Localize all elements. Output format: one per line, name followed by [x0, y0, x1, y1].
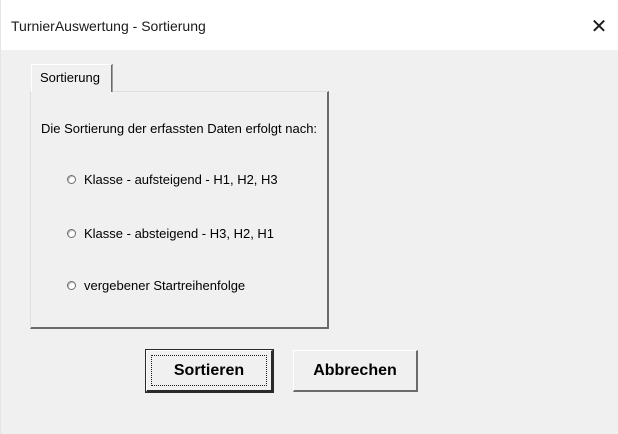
- title-bar: TurnierAuswertung - Sortierung ✕: [1, 0, 618, 50]
- radio-label: vergebener Startreihenfolge: [84, 278, 246, 293]
- close-icon[interactable]: ✕: [579, 6, 618, 46]
- radio-label: Klasse - absteigend - H3, H2, H1: [84, 226, 275, 241]
- radio-start-order[interactable]: vergebener Startreihenfolge: [67, 278, 245, 293]
- sort-button[interactable]: Sortieren: [145, 349, 274, 393]
- tab-panel: Die Sortierung der erfassten Daten erfol…: [30, 91, 329, 329]
- radio-class-ascending[interactable]: Klasse - aufsteigend - H1, H2, H3: [67, 172, 278, 187]
- radio-circle-icon[interactable]: [67, 281, 76, 290]
- cancel-button[interactable]: Abbrechen: [293, 350, 418, 392]
- sort-button-label: Sortieren: [173, 361, 245, 379]
- radio-class-descending[interactable]: Klasse - absteigend - H3, H2, H1: [67, 226, 274, 241]
- dialog-window: TurnierAuswertung - Sortierung ✕ Sortier…: [0, 0, 618, 434]
- description-label: Die Sortierung der erfassten Daten erfol…: [41, 121, 318, 136]
- radio-circle-icon[interactable]: [67, 175, 76, 184]
- radio-label: Klasse - aufsteigend - H1, H2, H3: [84, 172, 278, 187]
- tab-sortierung[interactable]: Sortierung: [31, 64, 113, 92]
- cancel-button-label: Abbrechen: [313, 361, 397, 379]
- radio-circle-icon[interactable]: [67, 229, 76, 238]
- window-title: TurnierAuswertung - Sortierung: [11, 18, 206, 34]
